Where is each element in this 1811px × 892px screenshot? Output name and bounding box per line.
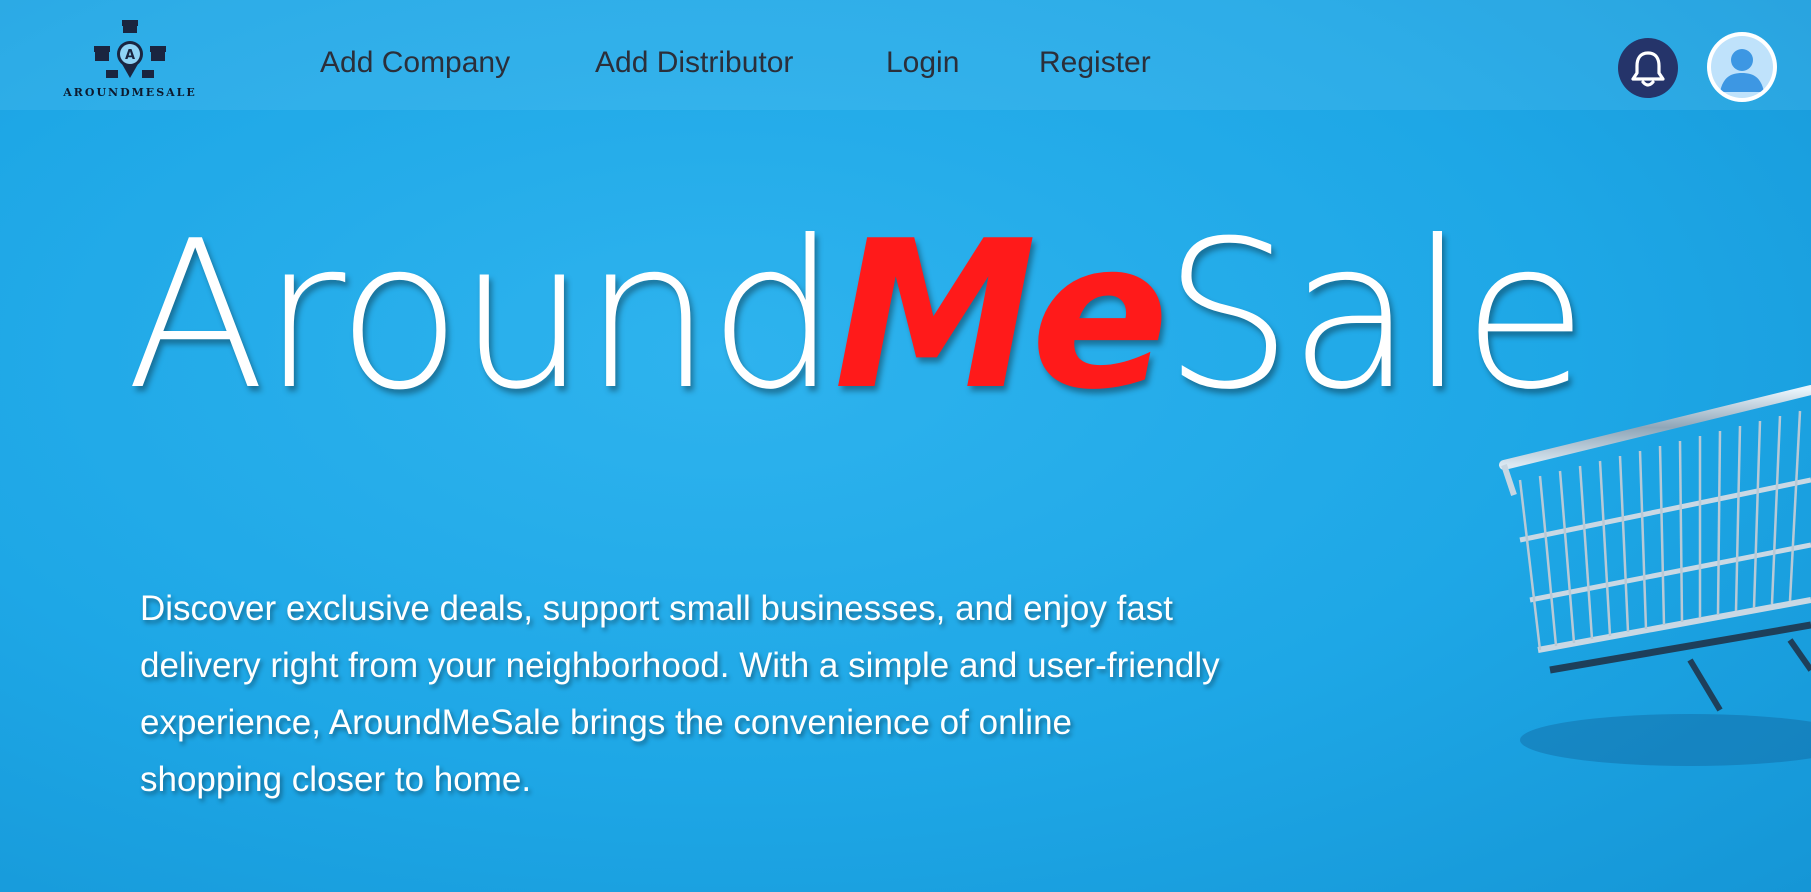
hero-title: AroundMeSale [126, 215, 1588, 419]
profile-avatar-button[interactable] [1707, 32, 1777, 102]
hero-title-me: Me [833, 198, 1169, 435]
landing-page: A AROUNDMESALE Add Company Add Distribut… [0, 0, 1811, 892]
hero-title-around: Around [126, 198, 838, 435]
nav-register[interactable]: Register [1039, 46, 1151, 80]
shopping-cart-illustration [1499, 385, 1811, 766]
bell-icon [1631, 51, 1665, 87]
logo-emblem-icon: A [94, 20, 166, 78]
brand-logo[interactable]: A AROUNDMESALE [60, 18, 200, 104]
logo-wordmark: AROUNDMESALE [63, 86, 197, 99]
nav-login[interactable]: Login [886, 46, 959, 80]
top-navigation-bar: A AROUNDMESALE Add Company Add Distribut… [0, 0, 1811, 110]
hero-description: Discover exclusive deals, support small … [140, 589, 1220, 799]
nav-add-company[interactable]: Add Company [320, 46, 510, 80]
nav-add-distributor[interactable]: Add Distributor [595, 46, 793, 80]
notifications-button[interactable] [1618, 38, 1678, 98]
user-avatar-icon [1711, 36, 1773, 98]
svg-text:A: A [125, 48, 135, 63]
